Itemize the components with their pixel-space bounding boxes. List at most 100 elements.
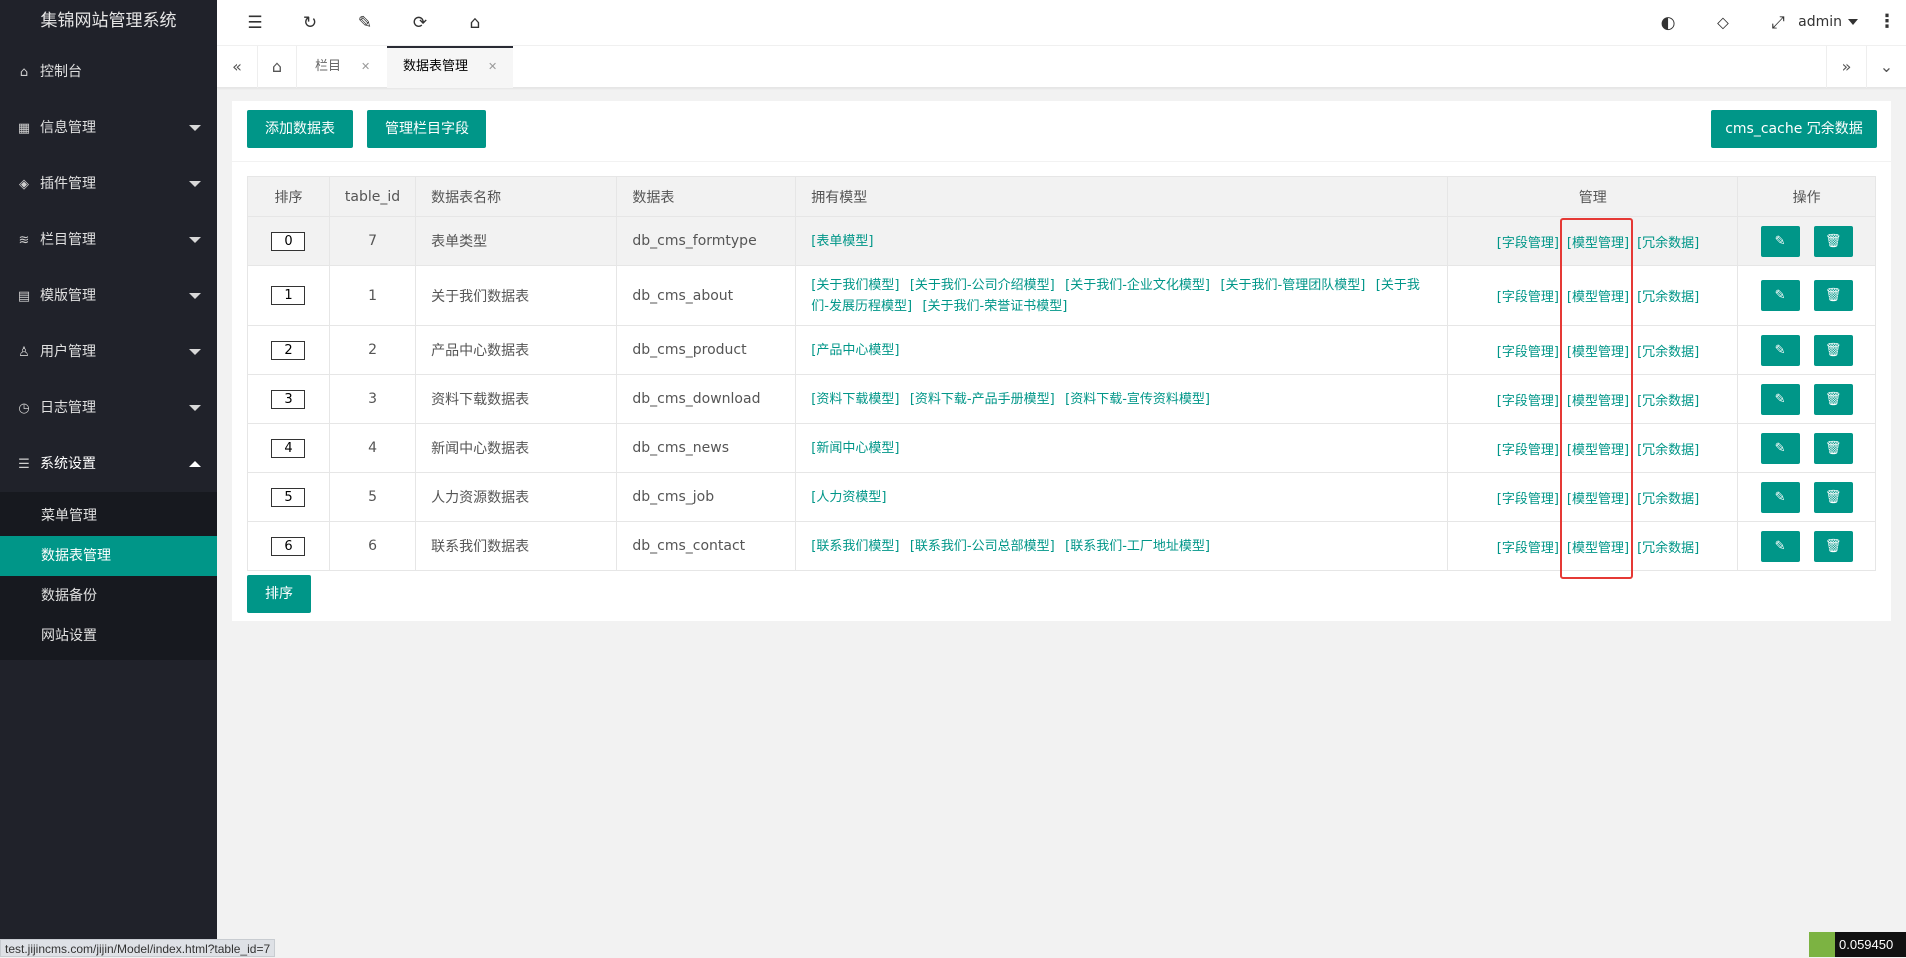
sidebar-item[interactable]: ≋ 栏目管理 <box>0 212 217 268</box>
model-link[interactable]: [人力资模型] <box>811 490 886 505</box>
model-link[interactable]: [联系我们-工厂地址模型] <box>1065 539 1210 554</box>
sidebar-item[interactable]: ◈ 插件管理 <box>0 156 217 212</box>
close-icon[interactable]: ✕ <box>361 60 370 73</box>
edit-button[interactable]: ✎ <box>1760 225 1800 257</box>
model-link[interactable]: [联系我们-公司总部模型] <box>910 539 1055 554</box>
model-link[interactable]: [资料下载模型] <box>811 392 899 407</box>
redundant-data-link[interactable]: [冗余数据] <box>1637 443 1699 458</box>
redundant-data-link[interactable]: [冗余数据] <box>1637 290 1699 305</box>
cell-table-id: 4 <box>328 423 417 473</box>
more-icon[interactable]: ⋮ <box>1878 0 1896 46</box>
sidebar-subitem[interactable]: 网站设置 <box>0 616 217 656</box>
model-link[interactable]: [联系我们模型] <box>811 539 899 554</box>
home-icon[interactable]: ⌂ <box>455 0 495 46</box>
delete-button[interactable]: 🗑 <box>1813 383 1853 415</box>
refresh-icon[interactable]: ↻ <box>290 0 330 46</box>
sync-icon[interactable]: ⟳ <box>400 0 440 46</box>
redundant-data-link[interactable]: [冗余数据] <box>1637 394 1699 409</box>
tab-scroll-right-icon[interactable]: » <box>1826 46 1866 88</box>
model-link[interactable]: [新闻中心模型] <box>811 441 899 456</box>
tab-table-management[interactable]: 数据表管理 ✕ <box>387 46 514 88</box>
pencil-icon: ✎ <box>1774 233 1786 249</box>
sidebar-subitem[interactable]: 数据表管理 <box>0 536 217 576</box>
edit-button[interactable]: ✎ <box>1760 334 1800 366</box>
fullscreen-icon[interactable]: ⤢ <box>1758 0 1798 46</box>
tab-column[interactable]: 栏目 ✕ <box>299 46 386 88</box>
col-header-actions: 操作 <box>1737 176 1876 217</box>
model-link[interactable]: [资料下载-产品手册模型] <box>910 392 1055 407</box>
model-link[interactable]: [资料下载-宣传资料模型] <box>1065 392 1210 407</box>
user-menu[interactable]: admin <box>1798 0 1858 46</box>
sidebar-item[interactable]: ☰ 系统设置 <box>0 436 217 492</box>
delete-button[interactable]: 🗑 <box>1813 280 1853 311</box>
redundant-data-link[interactable]: [冗余数据] <box>1637 541 1699 556</box>
field-manage-link[interactable]: [字段管理] <box>1497 492 1559 507</box>
tag-icon[interactable]: ⬦ <box>1703 0 1743 46</box>
sort-input[interactable]: 3 <box>271 389 306 409</box>
sort-input[interactable]: 1 <box>271 286 306 305</box>
redundant-data-link[interactable]: [冗余数据] <box>1637 345 1699 360</box>
delete-button[interactable]: 🗑 <box>1813 432 1853 464</box>
model-manage-link[interactable]: [模型管理] <box>1567 394 1629 409</box>
sidebar-subitem[interactable]: 数据备份 <box>0 576 217 616</box>
menu-toggle-icon[interactable]: ☰ <box>235 0 275 46</box>
sort-input[interactable]: 6 <box>271 536 306 556</box>
cell-models: [资料下载模型] [资料下载-产品手册模型] [资料下载-宣传资料模型] <box>795 374 1449 424</box>
sidebar-item[interactable]: ♙ 用户管理 <box>0 324 217 380</box>
clear-cache-icon[interactable]: ✎ <box>345 0 385 46</box>
manage-fields-button[interactable]: 管理栏目字段 <box>367 110 486 148</box>
field-manage-link[interactable]: [字段管理] <box>1497 236 1559 251</box>
model-link[interactable]: [关于我们模型] <box>811 278 899 293</box>
model-link[interactable]: [表单模型] <box>811 234 873 249</box>
cell-manage: [字段管理] [模型管理] [冗余数据] <box>1447 216 1739 266</box>
close-icon[interactable]: ✕ <box>488 60 497 73</box>
delete-button[interactable]: 🗑 <box>1813 481 1853 513</box>
sort-button[interactable]: 排序 <box>247 575 311 613</box>
model-manage-link[interactable]: [模型管理] <box>1567 345 1629 360</box>
edit-button[interactable]: ✎ <box>1760 280 1800 311</box>
sidebar-subitem[interactable]: 菜单管理 <box>0 496 217 536</box>
edit-button[interactable]: ✎ <box>1760 530 1800 562</box>
sidebar-item[interactable]: ▦ 信息管理 <box>0 100 217 156</box>
model-link[interactable]: [关于我们-公司介绍模型] <box>910 278 1055 293</box>
model-manage-link[interactable]: [模型管理] <box>1567 492 1629 507</box>
model-link[interactable]: [关于我们-管理团队模型] <box>1220 278 1365 293</box>
redundant-data-link[interactable]: [冗余数据] <box>1637 492 1699 507</box>
theme-icon[interactable]: ◐ <box>1648 0 1688 46</box>
delete-button[interactable]: 🗑 <box>1813 334 1853 366</box>
delete-button[interactable]: 🗑 <box>1813 225 1853 257</box>
edit-button[interactable]: ✎ <box>1760 481 1800 513</box>
edit-button[interactable]: ✎ <box>1760 383 1800 415</box>
model-manage-link[interactable]: [模型管理] <box>1567 541 1629 556</box>
content-card: 添加数据表 管理栏目字段 cms_cache 冗余数据 排序 table_id … <box>232 101 1891 621</box>
delete-button[interactable]: 🗑 <box>1813 530 1853 562</box>
tab-home-icon[interactable]: ⌂ <box>257 46 297 88</box>
model-link[interactable]: [关于我们-企业文化模型] <box>1065 278 1210 293</box>
tab-scroll-left-icon[interactable]: « <box>217 46 257 88</box>
cell-manage: [字段管理] [模型管理] [冗余数据] <box>1447 423 1739 473</box>
field-manage-link[interactable]: [字段管理] <box>1497 290 1559 305</box>
model-link[interactable]: [关于我们-荣誉证书模型] <box>922 299 1067 314</box>
model-manage-link[interactable]: [模型管理] <box>1567 290 1629 305</box>
tab-menu-chevron-icon[interactable]: ⌄ <box>1866 46 1906 88</box>
redundant-data-link[interactable]: [冗余数据] <box>1637 236 1699 251</box>
col-header-sort: 排序 <box>247 176 330 217</box>
model-manage-link[interactable]: [模型管理] <box>1567 236 1629 251</box>
sidebar-item[interactable]: ◷ 日志管理 <box>0 380 217 436</box>
sort-input[interactable]: 5 <box>271 487 306 507</box>
sort-input[interactable]: 0 <box>271 231 306 251</box>
field-manage-link[interactable]: [字段管理] <box>1497 541 1559 556</box>
field-manage-link[interactable]: [字段管理] <box>1497 394 1559 409</box>
cell-table-name: 产品中心数据表 <box>415 325 618 375</box>
model-manage-link[interactable]: [模型管理] <box>1567 443 1629 458</box>
edit-button[interactable]: ✎ <box>1760 432 1800 464</box>
model-link[interactable]: [产品中心模型] <box>811 343 899 358</box>
sidebar-item[interactable]: ▤ 模版管理 <box>0 268 217 324</box>
sort-input[interactable]: 2 <box>271 340 306 360</box>
field-manage-link[interactable]: [字段管理] <box>1497 345 1559 360</box>
add-table-button[interactable]: 添加数据表 <box>247 110 353 148</box>
cache-redundant-button[interactable]: cms_cache 冗余数据 <box>1711 110 1877 148</box>
sort-input[interactable]: 4 <box>271 438 306 458</box>
sidebar-item[interactable]: ⌂ 控制台 <box>0 44 217 100</box>
field-manage-link[interactable]: [字段管理] <box>1497 443 1559 458</box>
